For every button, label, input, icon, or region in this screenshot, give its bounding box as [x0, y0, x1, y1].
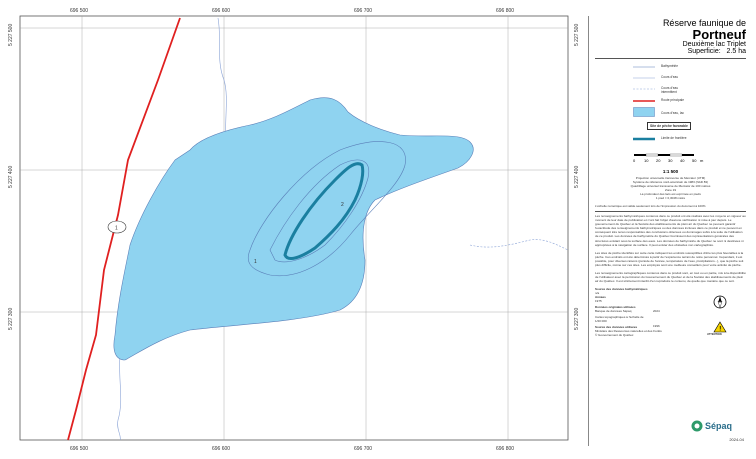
scale-tick: 20	[656, 158, 661, 163]
source-line: Banque de données Sépaq 2024	[595, 309, 660, 314]
map-area[interactable]: 2 1 1 696 500 696 600 696 700 696 800 69…	[0, 0, 586, 459]
lake-name: Deuxième lac Triplet	[682, 41, 746, 48]
legend-item-water: Cours d'eau, lac	[595, 106, 746, 120]
sepaq-logo: Sépaq	[691, 420, 732, 432]
depth-label-2: 2	[341, 202, 344, 208]
legend-item-stream: Cours d'eau	[595, 72, 746, 83]
north-arrow-icon	[713, 296, 727, 310]
legend-label: Cours d'eau, lac	[661, 111, 684, 115]
sources-block: Source des données bathymétriques n/a An…	[595, 287, 746, 337]
x-coord-1: 696 500	[70, 8, 88, 14]
scale-ratio: 1:1 500	[662, 169, 679, 174]
scale-note: L'échelle numérique est valide seulement…	[595, 204, 706, 208]
divider	[595, 58, 746, 59]
y-coord-mid: 5 227 400	[8, 166, 14, 188]
area-value: 2.5 ha	[726, 48, 746, 55]
y-coord-right-top: 5 227 500	[574, 24, 580, 46]
disclaimer-1: Les renseignements bathymétriques conten…	[595, 214, 746, 247]
y-coord-right-mid: 5 227 400	[574, 166, 580, 188]
divider	[595, 211, 746, 212]
legend-label: Bathymétrie	[661, 64, 679, 68]
scale-tick: 50	[692, 158, 697, 163]
sepaq-logo-icon	[691, 420, 703, 432]
source-line: Cartes topographiques à l'échelle de 1/2…	[595, 315, 644, 324]
legend-panel: Réserve faunique de Portneuf Deuxième la…	[588, 16, 750, 446]
x-coord-bottom-1: 696 500	[70, 446, 88, 452]
scale-tick: 10	[644, 158, 649, 163]
scale-unit: m	[700, 158, 704, 163]
area-label: Superficie:	[687, 48, 721, 55]
dashed-line-icon	[633, 88, 655, 90]
warning-icon: !	[713, 321, 727, 333]
legend-label: Cours d'eau	[661, 75, 679, 79]
x-coord-2: 696 600	[212, 8, 230, 14]
scale-bar-graphic: 0 10 20 30 40 50 m	[633, 153, 704, 163]
legend-item-intermittent: Cours d'eau intermittent	[595, 83, 746, 95]
road-shield-label: 1	[115, 226, 118, 232]
reserve-name: Portneuf	[692, 27, 746, 42]
x-coord-bottom-4: 696 800	[496, 446, 514, 452]
y-coord-top: 5 227 500	[8, 24, 14, 46]
warning-label: ATTENTION	[707, 333, 722, 337]
map-canvas[interactable]: 2 1 1 696 500 696 600 696 700 696 800 69…	[0, 0, 586, 459]
y-coord-right-bottom: 5 227 300	[574, 308, 580, 330]
thick-line-icon	[633, 137, 655, 141]
projection-line: 1 pied = 0,3048 mètre	[655, 196, 686, 200]
legend-item-fishing-site: Site de pêche favorable	[595, 120, 746, 133]
scale-tick: 30	[668, 158, 673, 163]
x-coord-3: 696 700	[354, 8, 372, 14]
scale-tick: 0	[633, 158, 636, 163]
disclaimer-3: Les renseignements cartographiques conte…	[595, 271, 746, 284]
document-code: 2024-04	[729, 437, 744, 442]
legend-label: Limite de frontière	[661, 136, 687, 140]
projection-info: Projection universelle transverse de Mer…	[595, 176, 746, 200]
x-coord-bottom-2: 696 600	[212, 446, 230, 452]
area: Superficie: 2.5 ha	[595, 48, 746, 55]
sepaq-logo-text: Sépaq	[705, 421, 733, 431]
fishing-site-label-box: Site de pêche favorable	[647, 122, 691, 130]
red-line-icon	[633, 100, 655, 102]
legend-list: Bathymétrie Cours d'eau Cours d'eau inte…	[595, 61, 746, 144]
source-line: © Gouvernement du Québec	[595, 333, 634, 338]
source-year: 1996	[653, 324, 660, 329]
legend-label: Route principale	[661, 98, 685, 102]
legend-item-bathymetry: Bathymétrie	[595, 61, 746, 72]
svg-text:!: !	[719, 327, 721, 333]
depth-label-1: 1	[254, 259, 257, 265]
x-coord-bottom-3: 696 700	[354, 446, 372, 452]
title-block: Réserve faunique de Portneuf Deuxième la…	[595, 18, 746, 55]
x-coord-4: 696 800	[496, 8, 514, 14]
thin-line-icon	[633, 66, 655, 68]
legend-label: Cours d'eau intermittent	[661, 86, 679, 94]
legend-item-zone: Limite de frontière	[595, 133, 746, 144]
scale-tick: 40	[680, 158, 685, 163]
thin-line-icon	[633, 77, 655, 79]
scale-bar: 0 10 20 30 40 50 m 1:1 500	[595, 150, 746, 174]
disclaimer-2: Les sites de pêche identifiés sur cette …	[595, 250, 744, 268]
water-box-icon	[633, 107, 655, 117]
y-coord-bottom: 5 227 300	[8, 308, 14, 330]
legend-item-road: Route principale	[595, 95, 746, 106]
